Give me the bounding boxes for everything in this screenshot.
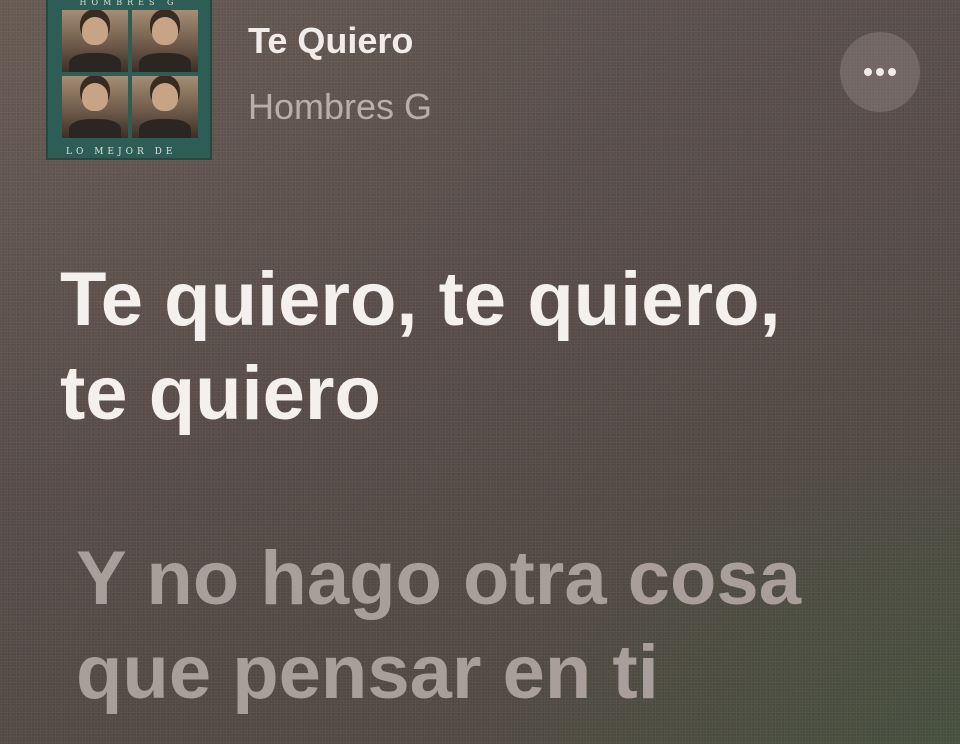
lyric-current-line[interactable]: Te quiero, te quiero, te quiero — [60, 253, 781, 441]
album-art-photo — [132, 76, 198, 138]
ellipsis-icon — [876, 68, 884, 76]
lyric-line: Te quiero, te quiero, — [60, 257, 781, 342]
album-art-photo — [132, 10, 198, 72]
artist-name[interactable]: Hombres G — [248, 86, 432, 128]
song-title[interactable]: Te Quiero — [248, 20, 413, 62]
album-art-footer-text: LO MEJOR DE — [66, 147, 177, 157]
album-art-band-text: HOMBRES G — [79, 0, 179, 7]
album-art-photos — [62, 10, 198, 138]
more-options-button[interactable] — [840, 32, 920, 112]
lyric-line: que pensar en ti — [76, 630, 659, 715]
album-art-photo — [62, 10, 128, 72]
lyric-line: te quiero — [60, 351, 381, 436]
album-art-photo — [62, 76, 128, 138]
lyric-line: Y no hago otra cosa — [76, 536, 801, 621]
lyric-next-line[interactable]: Y no hago otra cosa que pensar en ti — [76, 532, 801, 720]
ellipsis-icon — [888, 68, 896, 76]
album-art[interactable]: HOMBRES G LO MEJOR DE — [46, 0, 212, 160]
ellipsis-icon — [864, 68, 872, 76]
